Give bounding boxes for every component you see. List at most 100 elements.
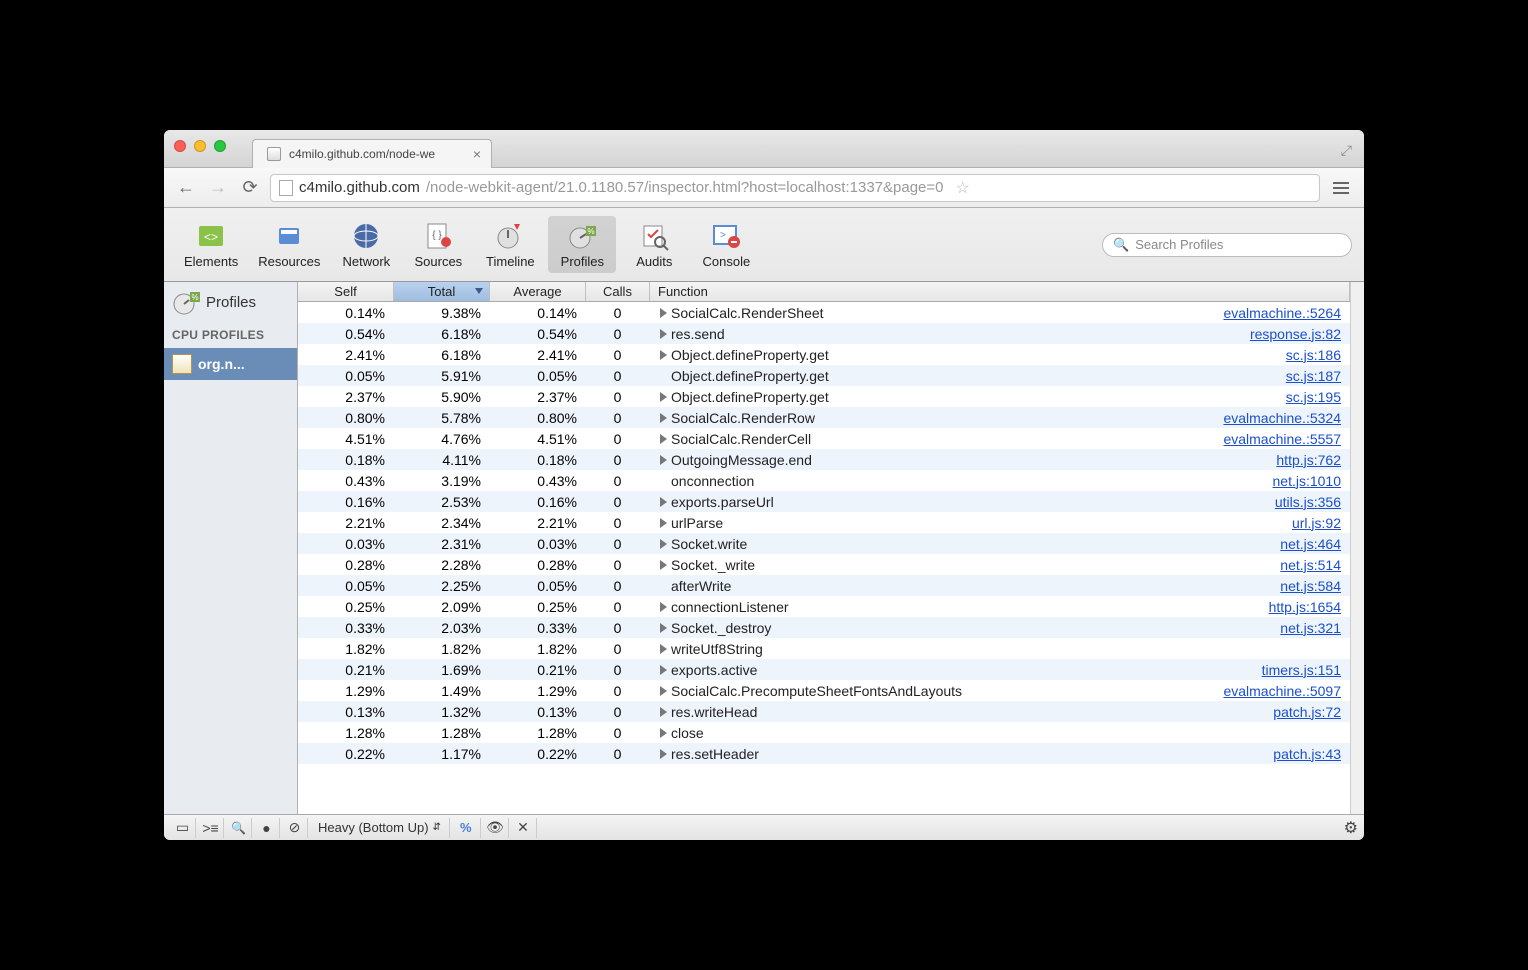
table-body[interactable]: 0.14%9.38%0.14%0SocialCalc.RenderSheetev… (298, 302, 1350, 814)
tab-elements[interactable]: <> Elements (176, 216, 246, 273)
table-row[interactable]: 2.21%2.34%2.21%0urlParseurl.js:92 (298, 512, 1350, 533)
table-row[interactable]: 0.80%5.78%0.80%0SocialCalc.RenderRoweval… (298, 407, 1350, 428)
clear-button[interactable]: ⊘ (282, 818, 308, 838)
source-link[interactable]: sc.js:187 (1286, 368, 1341, 384)
browser-tab[interactable]: c4milo.github.com/node-we × (252, 139, 492, 168)
expand-triangle-icon[interactable] (660, 623, 667, 633)
table-row[interactable]: 2.41%6.18%2.41%0Object.defineProperty.ge… (298, 344, 1350, 365)
table-row[interactable]: 0.43%3.19%0.43%0onconnectionnet.js:1010 (298, 470, 1350, 491)
tab-audits[interactable]: Audits (620, 216, 688, 273)
search-button[interactable]: 🔍 (226, 818, 252, 838)
table-row[interactable]: 1.82%1.82%1.82%0writeUtf8String (298, 638, 1350, 659)
source-link[interactable]: sc.js:195 (1286, 389, 1341, 405)
col-self[interactable]: Self (298, 282, 394, 301)
col-total[interactable]: Total (394, 282, 490, 301)
url-input[interactable]: c4milo.github.com/node-webkit-agent/21.0… (270, 174, 1320, 202)
bookmark-star-icon[interactable]: ☆ (956, 178, 970, 198)
source-link[interactable]: net.js:514 (1280, 557, 1341, 573)
expand-triangle-icon[interactable] (660, 497, 667, 507)
source-link[interactable]: http.js:1654 (1269, 599, 1341, 615)
tab-timeline[interactable]: Timeline (476, 216, 544, 273)
table-row[interactable]: 4.51%4.76%4.51%0SocialCalc.RenderCelleva… (298, 428, 1350, 449)
window-maximize-button[interactable] (214, 140, 226, 152)
source-link[interactable]: patch.js:72 (1273, 704, 1341, 720)
record-button[interactable]: ● (254, 818, 280, 838)
vertical-scrollbar[interactable] (1350, 282, 1364, 814)
window-minimize-button[interactable] (194, 140, 206, 152)
browser-menu-button[interactable] (1328, 176, 1354, 200)
col-calls[interactable]: Calls (586, 282, 650, 301)
tab-console[interactable]: > Console (692, 216, 760, 273)
table-row[interactable]: 0.05%5.91%0.05%0Object.defineProperty.ge… (298, 365, 1350, 386)
source-link[interactable]: net.js:584 (1280, 578, 1341, 594)
table-row[interactable]: 0.03%2.31%0.03%0Socket.writenet.js:464 (298, 533, 1350, 554)
window-close-button[interactable] (174, 140, 186, 152)
focus-button[interactable]: 👁 (483, 818, 509, 838)
table-row[interactable]: 0.21%1.69%0.21%0exports.activetimers.js:… (298, 659, 1350, 680)
table-row[interactable]: 0.33%2.03%0.33%0Socket._destroynet.js:32… (298, 617, 1350, 638)
expand-triangle-icon[interactable] (660, 518, 667, 528)
col-average[interactable]: Average (490, 282, 586, 301)
source-link[interactable]: net.js:1010 (1273, 473, 1342, 489)
source-link[interactable]: evalmachine.:5097 (1223, 683, 1341, 699)
table-row[interactable]: 0.16%2.53%0.16%0exports.parseUrlutils.js… (298, 491, 1350, 512)
view-select[interactable]: Heavy (Bottom Up) ⇵ (310, 818, 450, 838)
sidebar-profile-item[interactable]: org.n... (164, 348, 297, 380)
tab-sources[interactable]: { } Sources (404, 216, 472, 273)
search-input[interactable]: 🔍 Search Profiles (1102, 233, 1352, 257)
source-link[interactable]: net.js:464 (1280, 536, 1341, 552)
exclude-button[interactable]: ✕ (511, 818, 537, 838)
source-link[interactable]: utils.js:356 (1275, 494, 1341, 510)
percent-toggle-button[interactable]: % (452, 818, 481, 838)
table-row[interactable]: 0.13%1.32%0.13%0res.writeHeadpatch.js:72 (298, 701, 1350, 722)
source-link[interactable]: evalmachine.:5324 (1223, 410, 1341, 426)
source-link[interactable]: patch.js:43 (1273, 746, 1341, 762)
source-link[interactable]: http.js:762 (1276, 452, 1341, 468)
expand-triangle-icon[interactable] (660, 455, 667, 465)
expand-triangle-icon[interactable] (660, 539, 667, 549)
expand-triangle-icon[interactable] (660, 350, 667, 360)
expand-triangle-icon[interactable] (660, 749, 667, 759)
expand-triangle-icon[interactable] (660, 686, 667, 696)
table-row[interactable]: 0.28%2.28%0.28%0Socket._writenet.js:514 (298, 554, 1350, 575)
expand-triangle-icon[interactable] (660, 308, 667, 318)
forward-button[interactable]: → (206, 176, 230, 200)
table-row[interactable]: 0.22%1.17%0.22%0res.setHeaderpatch.js:43 (298, 743, 1350, 764)
expand-triangle-icon[interactable] (660, 602, 667, 612)
expand-triangle-icon[interactable] (660, 728, 667, 738)
reload-button[interactable]: ⟳ (238, 176, 262, 200)
source-link[interactable]: timers.js:151 (1262, 662, 1341, 678)
table-row[interactable]: 0.14%9.38%0.14%0SocialCalc.RenderSheetev… (298, 302, 1350, 323)
expand-triangle-icon[interactable] (660, 434, 667, 444)
expand-triangle-icon[interactable] (660, 644, 667, 654)
table-row[interactable]: 0.18%4.11%0.18%0OutgoingMessage.endhttp.… (298, 449, 1350, 470)
tab-resources[interactable]: Resources (250, 216, 328, 273)
source-link[interactable]: sc.js:186 (1286, 347, 1341, 363)
table-row[interactable]: 0.54%6.18%0.54%0res.sendresponse.js:82 (298, 323, 1350, 344)
dock-button[interactable]: ▭ (170, 818, 196, 838)
source-link[interactable]: net.js:321 (1280, 620, 1341, 636)
source-link[interactable]: evalmachine.:5557 (1223, 431, 1341, 447)
expand-triangle-icon[interactable] (660, 665, 667, 675)
settings-gear-icon[interactable]: ⚙ (1344, 818, 1358, 838)
console-toggle-button[interactable]: >≡ (198, 818, 224, 838)
expand-triangle-icon[interactable] (660, 392, 667, 402)
tab-profiles[interactable]: % Profiles (548, 216, 616, 273)
back-button[interactable]: ← (174, 176, 198, 200)
tab-close-icon[interactable]: × (473, 146, 481, 162)
expand-triangle-icon[interactable] (660, 413, 667, 423)
source-link[interactable]: url.js:92 (1292, 515, 1341, 531)
expand-triangle-icon[interactable] (660, 560, 667, 570)
fullscreen-icon[interactable]: ⤢ (1341, 142, 1352, 159)
source-link[interactable]: evalmachine.:5264 (1223, 305, 1341, 321)
table-row[interactable]: 1.29%1.49%1.29%0SocialCalc.PrecomputeShe… (298, 680, 1350, 701)
table-row[interactable]: 0.25%2.09%0.25%0connectionListenerhttp.j… (298, 596, 1350, 617)
table-row[interactable]: 0.05%2.25%0.05%0afterWritenet.js:584 (298, 575, 1350, 596)
tab-network[interactable]: Network (332, 216, 400, 273)
source-link[interactable]: response.js:82 (1250, 326, 1341, 342)
col-function[interactable]: Function (650, 282, 1350, 301)
table-row[interactable]: 2.37%5.90%2.37%0Object.defineProperty.ge… (298, 386, 1350, 407)
expand-triangle-icon[interactable] (660, 707, 667, 717)
table-row[interactable]: 1.28%1.28%1.28%0close (298, 722, 1350, 743)
expand-triangle-icon[interactable] (660, 329, 667, 339)
